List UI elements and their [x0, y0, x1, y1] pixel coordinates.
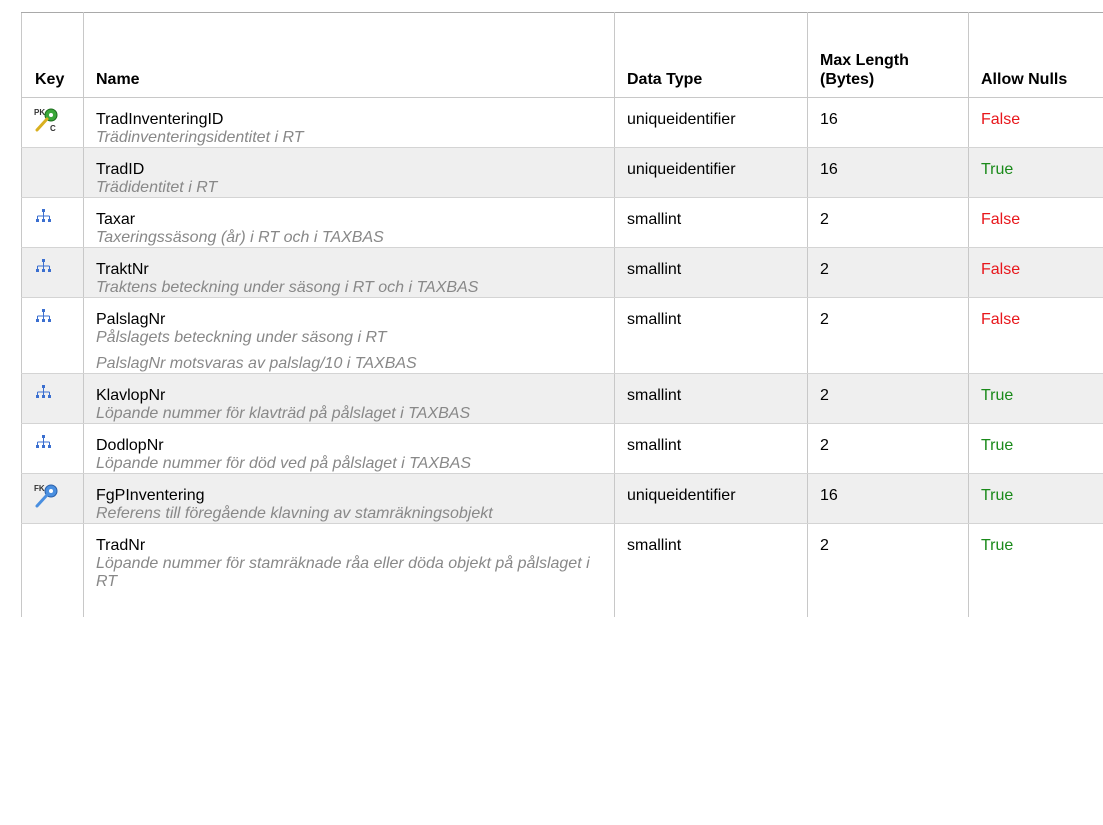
column-description: Trädidentitet i RT [96, 179, 218, 196]
key-cell [21, 423, 84, 474]
column-name: TradNr [96, 537, 146, 554]
name-cell: TraktNr Traktens beteckning under säsong … [83, 247, 615, 298]
data-type-cell: smallint [614, 247, 808, 298]
index-hierarchy-icon [34, 307, 71, 327]
data-type-cell: smallint [614, 523, 808, 617]
allow-nulls-cell: False [968, 247, 1103, 298]
header-row: Key Name Data Type Max Length (Bytes) All… [21, 12, 1103, 98]
header-data-type: Data Type [614, 12, 808, 98]
header-key: Key [21, 12, 84, 98]
name-cell: TradID Trädidentitet i RT [83, 147, 615, 198]
allow-nulls-cell: True [968, 473, 1103, 524]
max-length-cell: 2 [807, 247, 969, 298]
svg-text:PK: PK [34, 108, 45, 117]
key-cell: FK [21, 473, 84, 524]
name-cell: FgPInventering Referens till föregående k… [83, 473, 615, 524]
columns-table: Key Name Data Type Max Length (Bytes) All… [21, 12, 1103, 617]
header-max-length: Max Length (Bytes) [807, 12, 969, 98]
table-row: PalslagNr Pålslagets beteckning under säs… [21, 297, 1103, 374]
data-type-cell: smallint [614, 297, 808, 374]
key-cell [21, 147, 84, 198]
column-name: TradInventeringID [96, 111, 224, 128]
name-cell: Taxar Taxeringssäsong (år) i RT och i TAX… [83, 197, 615, 248]
key-cell [21, 297, 84, 374]
svg-text:FK: FK [34, 484, 45, 493]
table-row: TraktNr Traktens beteckning under säsong … [21, 247, 1103, 298]
pk-clustered-key-icon: PK C [34, 107, 71, 133]
data-type-cell: uniqueidentifier [614, 97, 808, 148]
table-row: TradNr Löpande nummer för stamräknade råa… [21, 523, 1103, 617]
column-description: Trädinventeringsidentitet i RT [96, 129, 304, 146]
table-row: PK C TradInventeringID Trädinventeringsiden… [21, 97, 1103, 148]
name-cell: TradInventeringID Trädinventeringsidentit… [83, 97, 615, 148]
name-cell: DodlopNr Löpande nummer för död ved på på… [83, 423, 615, 474]
table-row: TradID Trädidentitet i RT uniqueidentifier… [21, 147, 1103, 198]
column-description: Löpande nummer för stamräknade råa eller… [96, 555, 590, 590]
column-description: Löpande nummer för död ved på pålslaget … [96, 455, 472, 472]
column-name: DodlopNr [96, 437, 164, 454]
table-row: FK FgPInventering Referens till föregående… [21, 473, 1103, 524]
max-length-cell: 2 [807, 423, 969, 474]
allow-nulls-cell: True [968, 423, 1103, 474]
allow-nulls-cell: False [968, 97, 1103, 148]
column-description: Taxeringssäsong (år) i RT och i TAXBAS [96, 229, 384, 246]
index-hierarchy-icon [34, 257, 71, 277]
column-description: Pålslagets beteckning under säsong i RT [96, 329, 387, 346]
data-type-cell: uniqueidentifier [614, 147, 808, 198]
allow-nulls-cell: True [968, 523, 1103, 617]
column-description: Löpande nummer för klavträd på pålslaget… [96, 405, 471, 422]
column-description: Traktens beteckning under säsong i RT oc… [96, 279, 479, 296]
max-length-cell: 2 [807, 373, 969, 424]
key-cell [21, 523, 84, 617]
allow-nulls-cell: True [968, 373, 1103, 424]
key-cell [21, 197, 84, 248]
name-cell: TradNr Löpande nummer för stamräknade råa… [83, 523, 615, 617]
column-name: Taxar [96, 211, 136, 228]
header-name: Name [83, 12, 615, 98]
column-description: Referens till föregående klavning av sta… [96, 505, 493, 522]
name-cell: PalslagNr Pålslagets beteckning under säs… [83, 297, 615, 374]
foreign-key-icon: FK [34, 483, 71, 509]
table-row: KlavlopNr Löpande nummer för klavträd på … [21, 373, 1103, 424]
allow-nulls-cell: False [968, 197, 1103, 248]
max-length-cell: 16 [807, 147, 969, 198]
column-name: PalslagNr [96, 311, 166, 328]
header-max-length-line1: Max Length [820, 52, 909, 69]
key-cell [21, 373, 84, 424]
table-row: Taxar Taxeringssäsong (år) i RT och i TAX… [21, 197, 1103, 248]
header-allow-nulls: Allow Nulls [968, 12, 1103, 98]
max-length-cell: 2 [807, 197, 969, 248]
data-type-cell: smallint [614, 423, 808, 474]
column-name: TraktNr [96, 261, 149, 278]
index-hierarchy-icon [34, 383, 71, 403]
column-name: TradID [96, 161, 145, 178]
allow-nulls-cell: True [968, 147, 1103, 198]
data-type-cell: smallint [614, 373, 808, 424]
name-cell: KlavlopNr Löpande nummer för klavträd på … [83, 373, 615, 424]
max-length-cell: 2 [807, 523, 969, 617]
max-length-cell: 2 [807, 297, 969, 374]
index-hierarchy-icon [34, 207, 71, 227]
header-max-length-line2: (Bytes) [820, 71, 875, 88]
data-type-cell: smallint [614, 197, 808, 248]
data-type-cell: uniqueidentifier [614, 473, 808, 524]
column-description: PalslagNr motsvaras av palslag/10 i TAXB… [96, 355, 417, 372]
max-length-cell: 16 [807, 473, 969, 524]
table-row: DodlopNr Löpande nummer för död ved på på… [21, 423, 1103, 474]
index-hierarchy-icon [34, 433, 71, 453]
max-length-cell: 16 [807, 97, 969, 148]
key-cell [21, 247, 84, 298]
column-name: KlavlopNr [96, 387, 166, 404]
allow-nulls-cell: False [968, 297, 1103, 374]
svg-text:C: C [50, 124, 56, 133]
key-cell: PK C [21, 97, 84, 148]
column-name: FgPInventering [96, 487, 205, 504]
